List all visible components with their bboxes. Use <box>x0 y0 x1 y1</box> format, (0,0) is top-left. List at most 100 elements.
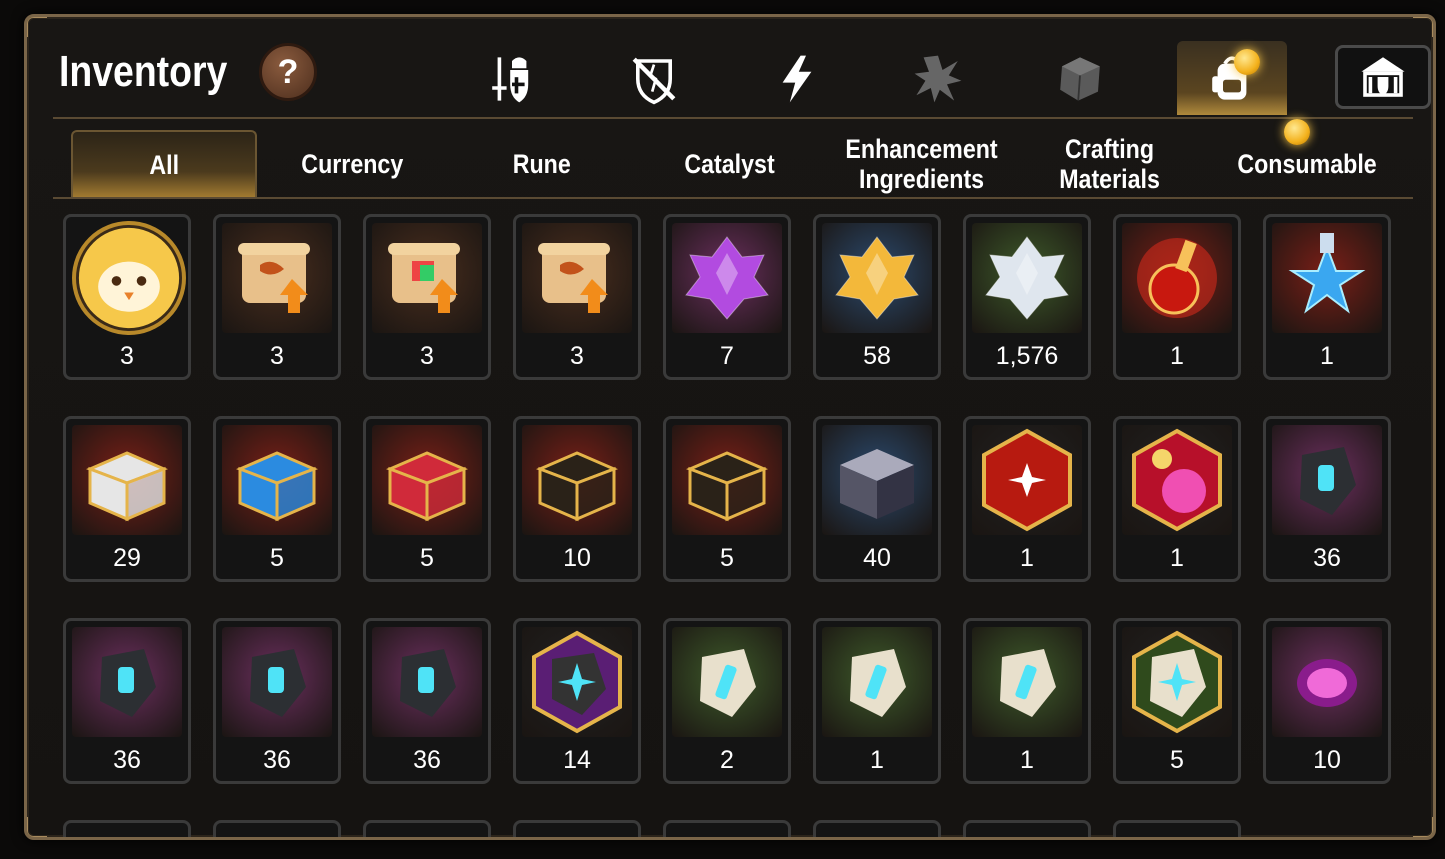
item-count: 3 <box>570 342 584 370</box>
inventory-item[interactable]: 1 <box>1263 214 1391 380</box>
inventory-item[interactable]: 1 <box>1113 416 1241 582</box>
tab-cube[interactable] <box>1025 43 1135 115</box>
tab-skills[interactable] <box>742 43 852 115</box>
inventory-item[interactable]: 3 <box>213 214 341 380</box>
notification-dot <box>1284 119 1310 145</box>
item-count: 5 <box>1170 746 1184 774</box>
inventory-item[interactable]: 36 <box>63 618 191 784</box>
item-count: 1,576 <box>995 342 1059 370</box>
frame-corner <box>1413 17 1433 37</box>
inventory-item[interactable] <box>963 820 1091 837</box>
inventory-item[interactable]: 3 <box>363 214 491 380</box>
item-count: 14 <box>563 746 591 774</box>
scroll-upgrade-icon <box>222 223 332 333</box>
tab-rune[interactable]: Rune <box>449 130 635 198</box>
page-title: Inventory <box>59 47 228 96</box>
tab-currency[interactable]: Currency <box>259 130 445 198</box>
inventory-item[interactable]: 36 <box>363 618 491 784</box>
item-count: 3 <box>120 342 134 370</box>
tab-all[interactable]: All <box>71 130 257 198</box>
inventory-item[interactable] <box>363 820 491 837</box>
inventory-item[interactable] <box>663 820 791 837</box>
inventory-item[interactable] <box>813 820 941 837</box>
blue-chest-icon <box>222 425 332 535</box>
inventory-item[interactable]: 3 <box>63 214 191 380</box>
chick-avatar-icon <box>72 221 186 335</box>
item-count: 1 <box>1020 544 1034 572</box>
subtab-bar: All Currency Rune Catalyst Enhancement I… <box>67 130 1417 198</box>
inventory-item[interactable] <box>513 820 641 837</box>
divider <box>53 197 1413 199</box>
inventory-item[interactable]: 3 <box>513 214 641 380</box>
item-count: 3 <box>420 342 434 370</box>
inventory-item[interactable]: 5 <box>213 416 341 582</box>
inventory-item[interactable]: 1 <box>963 416 1091 582</box>
tab-enhancement-ingredients[interactable]: Enhancement Ingredients <box>827 130 1017 198</box>
tab-catalyst[interactable]: Catalyst <box>637 130 823 198</box>
inventory-item[interactable] <box>63 820 191 837</box>
item-count: 10 <box>1313 746 1341 774</box>
inventory-item[interactable]: 29 <box>63 416 191 582</box>
inventory-item[interactable]: 1 <box>963 618 1091 784</box>
item-count: 1 <box>1170 544 1184 572</box>
tab-burst[interactable] <box>883 43 993 115</box>
frame-corner <box>27 817 47 837</box>
item-count: 36 <box>263 746 291 774</box>
inventory-item[interactable]: 1 <box>813 618 941 784</box>
item-count: 1 <box>1320 342 1334 370</box>
inventory-panel: Inventory ? All Currency Rune Catalyst E… <box>24 14 1436 840</box>
boot-stone-rune-icon <box>972 627 1082 737</box>
inventory-item[interactable]: 7 <box>663 214 791 380</box>
inventory-item[interactable]: 36 <box>213 618 341 784</box>
inventory-item[interactable]: 5 <box>1113 618 1241 784</box>
helm-rune-icon <box>72 627 182 737</box>
sword-shield-icon <box>492 57 529 103</box>
inventory-item[interactable]: 58 <box>813 214 941 380</box>
rainbow-scroll-upgrade-icon <box>372 223 482 333</box>
purple-crystal-icon <box>672 223 782 333</box>
item-count: 40 <box>863 544 891 572</box>
inventory-item[interactable]: 5 <box>663 416 791 582</box>
inventory-item[interactable]: 10 <box>1263 618 1391 784</box>
burst-icon <box>914 55 962 103</box>
item-count: 58 <box>863 342 891 370</box>
tab-guild[interactable] <box>1335 45 1431 109</box>
lightning-icon <box>782 55 812 103</box>
inventory-item[interactable] <box>213 820 341 837</box>
tab-consumables-bag[interactable] <box>1177 41 1287 115</box>
star-stone-rune-icon <box>1122 627 1232 737</box>
inventory-item[interactable]: 36 <box>1263 416 1391 582</box>
category-tab-bar <box>457 39 1433 115</box>
inventory-item[interactable]: 14 <box>513 618 641 784</box>
inventory-item[interactable]: 1 <box>1113 214 1241 380</box>
inventory-item[interactable]: 10 <box>513 416 641 582</box>
guild-icon <box>1361 57 1405 97</box>
item-count: 1 <box>1020 746 1034 774</box>
armor-rune-icon <box>222 627 332 737</box>
item-count: 29 <box>113 544 141 572</box>
boot-rune-icon <box>372 627 482 737</box>
tab-broken-gear[interactable] <box>599 43 709 115</box>
cube-icon <box>1060 57 1100 101</box>
silver-crystal-icon <box>972 223 1082 333</box>
item-count: 3 <box>270 342 284 370</box>
pink-potion-icon <box>1122 425 1232 535</box>
item-count: 7 <box>720 342 734 370</box>
red-star-gem-icon <box>972 425 1082 535</box>
frame-corner <box>1413 817 1433 837</box>
blue-star-potion-icon <box>1272 223 1382 333</box>
help-button[interactable]: ? <box>259 43 317 101</box>
inventory-item[interactable]: 1,576 <box>963 214 1091 380</box>
item-count: 36 <box>113 746 141 774</box>
inventory-item[interactable]: 2 <box>663 618 791 784</box>
divider <box>53 117 1413 119</box>
item-count: 10 <box>563 544 591 572</box>
tab-crafting-materials[interactable]: Crafting Materials <box>1017 130 1203 198</box>
tab-equipment[interactable] <box>457 43 567 115</box>
inventory-item[interactable]: 40 <box>813 416 941 582</box>
red-chest-icon <box>372 425 482 535</box>
pink-ring-icon <box>1272 627 1382 737</box>
inventory-item[interactable] <box>1113 820 1241 837</box>
inventory-item[interactable]: 5 <box>363 416 491 582</box>
dark-gold-chest-icon <box>522 425 632 535</box>
